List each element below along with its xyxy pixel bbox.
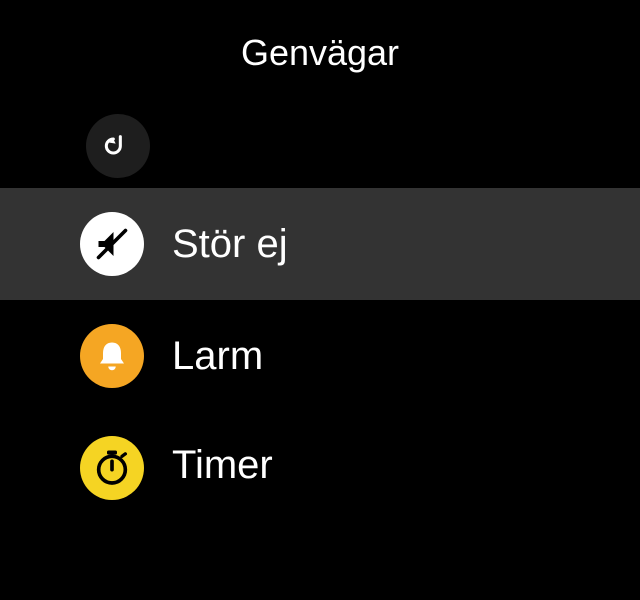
back-row	[0, 114, 640, 188]
list-item-alarm[interactable]: Larm	[0, 300, 640, 412]
dnd-icon	[80, 212, 144, 276]
back-button[interactable]	[86, 114, 150, 178]
list-item-dnd[interactable]: Stör ej	[0, 188, 640, 300]
list-item-timer[interactable]: Timer	[0, 412, 640, 500]
shortcuts-screen: Genvägar Stör ej	[0, 0, 640, 600]
shortcut-list: Stör ej Larm Timer	[0, 188, 640, 500]
list-item-label: Timer	[172, 443, 273, 488]
back-arrow-icon	[104, 132, 132, 160]
list-item-label: Larm	[172, 334, 263, 379]
list-item-label: Stör ej	[172, 222, 288, 267]
stopwatch-icon	[80, 436, 144, 500]
page-title: Genvägar	[0, 0, 640, 114]
bell-icon	[80, 324, 144, 388]
